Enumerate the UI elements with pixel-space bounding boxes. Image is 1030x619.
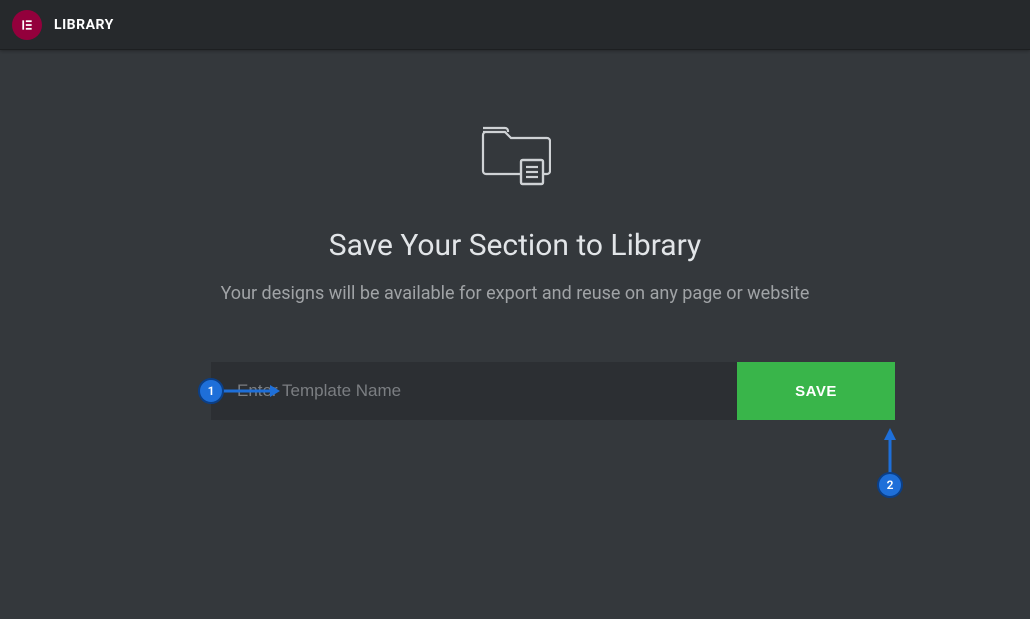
- page-subheading: Your designs will be available for expor…: [221, 283, 810, 304]
- save-form-row: SAVE: [211, 362, 895, 420]
- elementor-logo-icon: [12, 10, 42, 40]
- main-content: Save Your Section to Library Your design…: [0, 50, 1030, 420]
- annotation-arrow-icon: [222, 382, 280, 402]
- library-folder-icon: [479, 122, 551, 186]
- topbar-title: LIBRARY: [54, 17, 114, 33]
- topbar: LIBRARY: [0, 0, 1030, 50]
- page-heading: Save Your Section to Library: [329, 228, 701, 263]
- annotation-callout: 2: [877, 472, 903, 498]
- annotation-callout: 1: [198, 378, 224, 404]
- save-button[interactable]: SAVE: [737, 362, 895, 420]
- annotation-arrow-icon: [880, 428, 900, 476]
- template-name-input[interactable]: [211, 362, 737, 420]
